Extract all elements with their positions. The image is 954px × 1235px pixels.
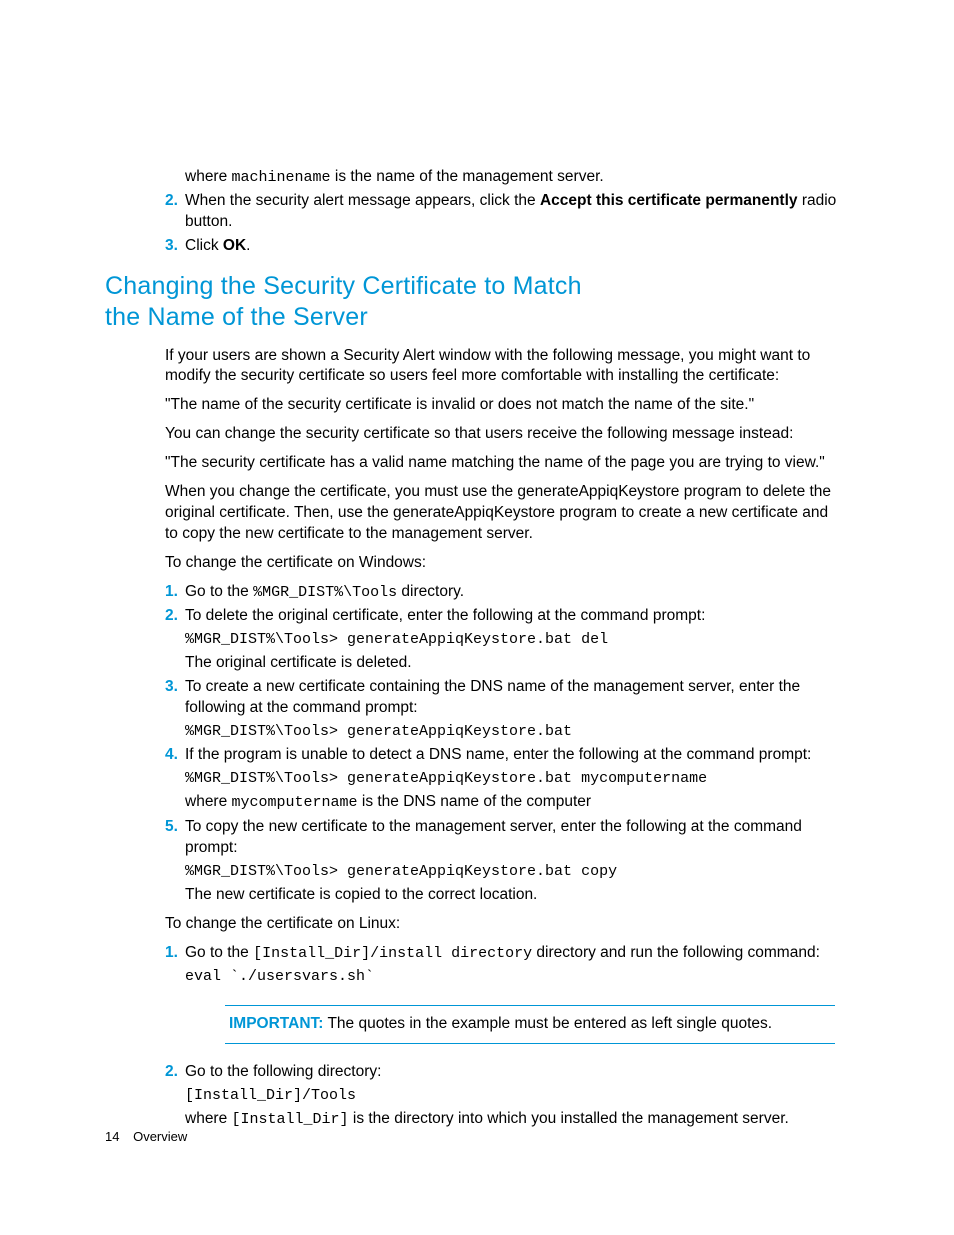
code-line: %MGR_DIST%\Tools> generateAppiqKeystore.…	[185, 862, 845, 882]
page-footer: 14 Overview	[105, 1128, 187, 1146]
important-note: IMPORTANT: The quotes in the example mus…	[225, 1005, 835, 1044]
code: machinename	[232, 169, 331, 186]
code-line: %MGR_DIST%\Tools> generateAppiqKeystore.…	[185, 722, 845, 742]
text-line: The new certificate is copied to the cor…	[185, 885, 845, 906]
paragraph: "The name of the security certificate is…	[165, 395, 845, 416]
text-line: where [Install_Dir] is the directory int…	[185, 1109, 845, 1130]
paragraph: To change the certificate on Linux:	[165, 914, 845, 935]
note-text: The quotes in the example must be entere…	[323, 1015, 772, 1032]
text-line: where mycomputername is the DNS name of …	[185, 792, 845, 813]
code: [Install_Dir]/install directory	[253, 945, 532, 962]
paragraph: To change the certificate on Windows:	[165, 553, 845, 574]
page-number: 14	[105, 1129, 119, 1144]
list-text: Go to the %MGR_DIST%\Tools directory.	[185, 582, 845, 603]
list-text: To create a new certificate containing t…	[185, 677, 845, 719]
top-step-2: 2. When the security alert message appea…	[165, 191, 845, 233]
list-text: Go to the [Install_Dir]/install director…	[185, 943, 845, 964]
paragraph: When you change the certificate, you mus…	[165, 482, 845, 545]
code: %MGR_DIST%\Tools	[253, 584, 397, 601]
page-body: where machinename is the name of the man…	[105, 164, 845, 1133]
list-number: 4.	[165, 745, 183, 766]
paragraph: If your users are shown a Security Alert…	[165, 346, 845, 388]
top-step-3: 3. Click OK.	[165, 236, 845, 257]
text: is the name of the management server.	[331, 168, 604, 185]
section-name: Overview	[133, 1129, 187, 1144]
list-number: 2.	[165, 1062, 183, 1083]
win-step-5: 5. To copy the new certificate to the ma…	[165, 817, 845, 859]
win-step-1: 1. Go to the %MGR_DIST%\Tools directory.	[165, 582, 845, 603]
where-line: where machinename is the name of the man…	[185, 167, 845, 188]
code-line: eval `./usersvars.sh`	[185, 967, 845, 987]
bold: OK	[223, 237, 246, 254]
list-number: 3.	[165, 236, 183, 257]
list-number: 3.	[165, 677, 183, 698]
list-number: 1.	[165, 943, 183, 964]
code: [Install_Dir]	[232, 1111, 349, 1128]
list-text: Click OK.	[185, 236, 845, 257]
list-number: 2.	[165, 191, 183, 212]
code: mycomputername	[232, 794, 358, 811]
text-line: The original certificate is deleted.	[185, 653, 845, 674]
list-text: Go to the following directory:	[185, 1062, 845, 1083]
paragraph: "The security certificate has a valid na…	[165, 453, 845, 474]
code-line: %MGR_DIST%\Tools> generateAppiqKeystore.…	[185, 769, 845, 789]
list-number: 1.	[165, 582, 183, 603]
list-text: If the program is unable to detect a DNS…	[185, 745, 845, 766]
list-number: 5.	[165, 817, 183, 838]
list-number: 2.	[165, 606, 183, 627]
lin-step-2: 2. Go to the following directory:	[165, 1062, 845, 1083]
win-step-4: 4. If the program is unable to detect a …	[165, 745, 845, 766]
bold: Accept this certificate permanently	[540, 192, 798, 209]
win-step-2: 2. To delete the original certificate, e…	[165, 606, 845, 627]
note-label: IMPORTANT:	[229, 1015, 323, 1032]
text: where	[185, 168, 232, 185]
win-step-3: 3. To create a new certificate containin…	[165, 677, 845, 719]
code-line: %MGR_DIST%\Tools> generateAppiqKeystore.…	[185, 630, 845, 650]
lin-step-1: 1. Go to the [Install_Dir]/install direc…	[165, 943, 845, 964]
section-heading: Changing the Security Certificate to Mat…	[105, 271, 845, 334]
list-text: When the security alert message appears,…	[185, 191, 845, 233]
list-text: To copy the new certificate to the manag…	[185, 817, 845, 859]
code-line: [Install_Dir]/Tools	[185, 1086, 845, 1106]
paragraph: You can change the security certificate …	[165, 424, 845, 445]
list-text: To delete the original certificate, ente…	[185, 606, 845, 627]
